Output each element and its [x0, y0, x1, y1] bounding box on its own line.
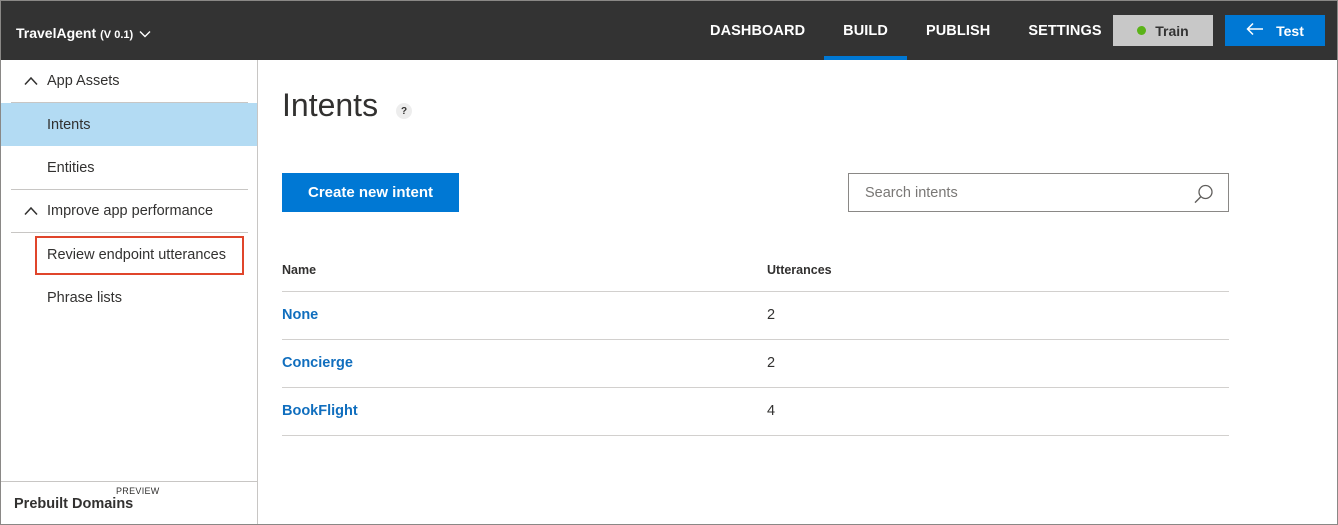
search-input[interactable] — [849, 174, 1179, 211]
prebuilt-domains[interactable]: PREVIEW Prebuilt Domains — [1, 481, 257, 524]
search-box — [848, 173, 1229, 212]
utterance-count: 2 — [767, 307, 776, 323]
nav-dashboard[interactable]: DASHBOARD — [691, 1, 824, 60]
search-icon[interactable] — [1193, 183, 1215, 210]
section-improve-performance[interactable]: Improve app performance — [11, 190, 248, 232]
prebuilt-domains-label: Prebuilt Domains — [14, 496, 134, 512]
sidebar-item-intents[interactable]: Intents — [1, 103, 257, 146]
help-icon[interactable]: ? — [396, 103, 412, 119]
create-new-intent-button[interactable]: Create new intent — [282, 173, 459, 212]
chevron-up-icon — [24, 76, 38, 86]
app-window: TravelAgent (V 0.1) DASHBOARD BUILD PUBL… — [0, 0, 1338, 525]
sidebar-item-phrase-lists[interactable]: Phrase lists — [1, 276, 257, 319]
utterance-count: 4 — [767, 403, 776, 419]
intents-table: Name Utterances None 2 Concierge 2 BookF… — [282, 249, 1229, 436]
intent-link-none[interactable]: None — [282, 307, 318, 323]
status-dot-icon — [1137, 26, 1147, 35]
arrow-left-icon — [1246, 22, 1276, 39]
column-header-utterances[interactable]: Utterances — [767, 263, 832, 277]
sidebar-item-entities[interactable]: Entities — [1, 146, 257, 189]
test-label: Test — [1276, 22, 1304, 39]
table-row: Concierge 2 — [282, 340, 1229, 388]
section-app-assets-label: App Assets — [47, 73, 120, 89]
nav-build[interactable]: BUILD — [824, 1, 907, 60]
train-button[interactable]: Train — [1113, 15, 1213, 46]
nav-publish[interactable]: PUBLISH — [907, 1, 1009, 60]
preview-badge: PREVIEW — [116, 486, 160, 496]
app-version: (V 0.1) — [100, 29, 134, 41]
train-label: Train — [1155, 22, 1189, 39]
test-button[interactable]: Test — [1225, 15, 1325, 46]
app-name: TravelAgent — [16, 25, 97, 41]
main-nav: DASHBOARD BUILD PUBLISH SETTINGS — [691, 1, 1121, 60]
section-improve-label: Improve app performance — [47, 203, 214, 219]
nav-settings[interactable]: SETTINGS — [1009, 1, 1120, 60]
intent-link-bookflight[interactable]: BookFlight — [282, 403, 358, 419]
column-header-name[interactable]: Name — [282, 263, 316, 277]
section-app-assets[interactable]: App Assets — [11, 60, 248, 102]
chevron-up-icon — [24, 206, 38, 216]
app-switcher[interactable]: TravelAgent (V 0.1) — [16, 25, 151, 41]
table-row: None 2 — [282, 292, 1229, 340]
intent-link-concierge[interactable]: Concierge — [282, 355, 353, 371]
table-header: Name Utterances — [282, 249, 1229, 292]
highlight-box — [35, 236, 244, 275]
page-title: Intents — [282, 87, 379, 123]
sidebar: App Assets Intents Entities Improve app … — [1, 60, 258, 524]
table-row: BookFlight 4 — [282, 388, 1229, 436]
utterance-count: 2 — [767, 355, 776, 371]
chevron-down-icon — [139, 27, 151, 39]
top-bar: TravelAgent (V 0.1) DASHBOARD BUILD PUBL… — [1, 1, 1337, 60]
